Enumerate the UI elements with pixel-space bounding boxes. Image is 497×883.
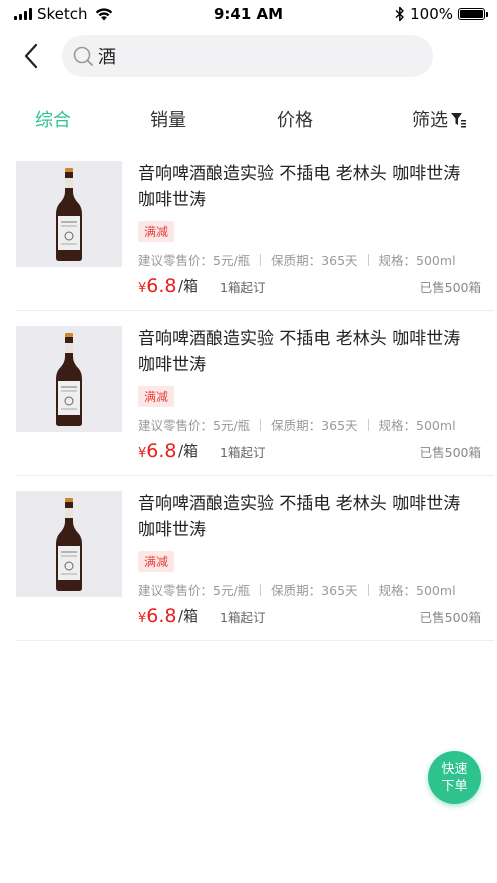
search-icon [73, 46, 93, 66]
min-order: 1箱起订 [220, 610, 266, 625]
promo-badge: 满减 [138, 386, 175, 407]
price-amount: 6.8 [146, 440, 177, 462]
price-row: ¥6.8 /箱 1箱起订 已售500箱 [138, 273, 481, 297]
status-right: 100% [395, 5, 488, 23]
tab-price[interactable]: 价格 [277, 106, 313, 132]
product-specs: 建议零售价：5元/瓶 保质期：365天 规格：500ml [138, 580, 456, 599]
divider [260, 253, 262, 266]
price-unit: /箱 [178, 442, 199, 460]
battery-percent: 100% [410, 5, 453, 23]
divider [367, 418, 369, 431]
search-input[interactable] [98, 45, 398, 67]
quick-order-line2: 下单 [441, 778, 468, 794]
price-amount: 6.8 [146, 275, 177, 297]
divider [260, 418, 262, 431]
price-unit: /箱 [178, 607, 199, 625]
retail-price: 建议零售价：5元/瓶 [138, 253, 251, 268]
price-row: ¥6.8 /箱 1箱起订 已售500箱 [138, 438, 481, 462]
tab-sales[interactable]: 销量 [150, 106, 186, 132]
status-bar: Sketch 9:41 AM 100% [0, 0, 497, 28]
shelf-life: 保质期：365天 [271, 253, 358, 268]
search-bar[interactable] [62, 35, 433, 77]
chevron-left-icon [24, 43, 38, 69]
shelf-life: 保质期：365天 [271, 583, 358, 598]
beer-bottle-image [56, 168, 82, 261]
promo-badge: 满减 [138, 551, 175, 572]
product-title: 音响啤酒酿造实验 不插电 老林头 咖啡世涛 咖啡世涛 [138, 494, 478, 540]
quick-order-line1: 快速 [441, 761, 468, 777]
product-card[interactable]: 音响啤酒酿造实验 不插电 老林头 咖啡世涛 咖啡世涛 满减 建议零售价：5元/瓶… [16, 326, 494, 476]
tab-filter[interactable]: 筛选 [412, 106, 467, 132]
product-specs: 建议零售价：5元/瓶 保质期：365天 规格：500ml [138, 250, 456, 269]
spec: 规格：500ml [378, 583, 456, 598]
price-amount: 6.8 [146, 605, 177, 627]
divider [260, 583, 262, 596]
sort-tabs: 综合 销量 价格 筛选 [0, 100, 497, 138]
spec: 规格：500ml [378, 253, 456, 268]
back-button[interactable] [14, 38, 48, 74]
price: ¥6.8 [138, 605, 177, 627]
divider [367, 583, 369, 596]
tab-filter-label: 筛选 [412, 110, 448, 131]
price-unit: /箱 [178, 277, 199, 295]
product-image [16, 491, 122, 597]
battery-icon [458, 8, 488, 20]
battery-level [460, 10, 483, 18]
product-card[interactable]: 音响啤酒酿造实验 不插电 老林头 咖啡世涛 咖啡世涛 满减 建议零售价：5元/瓶… [16, 161, 494, 311]
product-card[interactable]: 音响啤酒酿造实验 不插电 老林头 咖啡世涛 咖啡世涛 满减 建议零售价：5元/瓶… [16, 491, 494, 641]
product-title: 音响啤酒酿造实验 不插电 老林头 咖啡世涛 咖啡世涛 [138, 164, 478, 210]
product-title: 音响啤酒酿造实验 不插电 老林头 咖啡世涛 咖啡世涛 [138, 329, 478, 375]
price: ¥6.8 [138, 275, 177, 297]
price-row: ¥6.8 /箱 1箱起订 已售500箱 [138, 603, 481, 627]
bluetooth-icon [395, 6, 404, 22]
quick-order-button[interactable]: 快速 下单 [428, 751, 481, 804]
spec: 规格：500ml [378, 418, 456, 433]
min-order: 1箱起订 [220, 280, 266, 295]
promo-badge: 满减 [138, 221, 175, 242]
tab-comprehensive[interactable]: 综合 [35, 106, 71, 132]
sold-count: 已售500箱 [419, 280, 481, 295]
sold-count: 已售500箱 [419, 445, 481, 460]
filter-icon [451, 112, 466, 127]
product-specs: 建议零售价：5元/瓶 保质期：365天 规格：500ml [138, 415, 456, 434]
retail-price: 建议零售价：5元/瓶 [138, 583, 251, 598]
beer-bottle-image [56, 498, 82, 591]
product-image [16, 161, 122, 267]
beer-bottle-image [56, 333, 82, 426]
min-order: 1箱起订 [220, 445, 266, 460]
divider [367, 253, 369, 266]
shelf-life: 保质期：365天 [271, 418, 358, 433]
price: ¥6.8 [138, 440, 177, 462]
product-image [16, 326, 122, 432]
sold-count: 已售500箱 [419, 610, 481, 625]
retail-price: 建议零售价：5元/瓶 [138, 418, 251, 433]
